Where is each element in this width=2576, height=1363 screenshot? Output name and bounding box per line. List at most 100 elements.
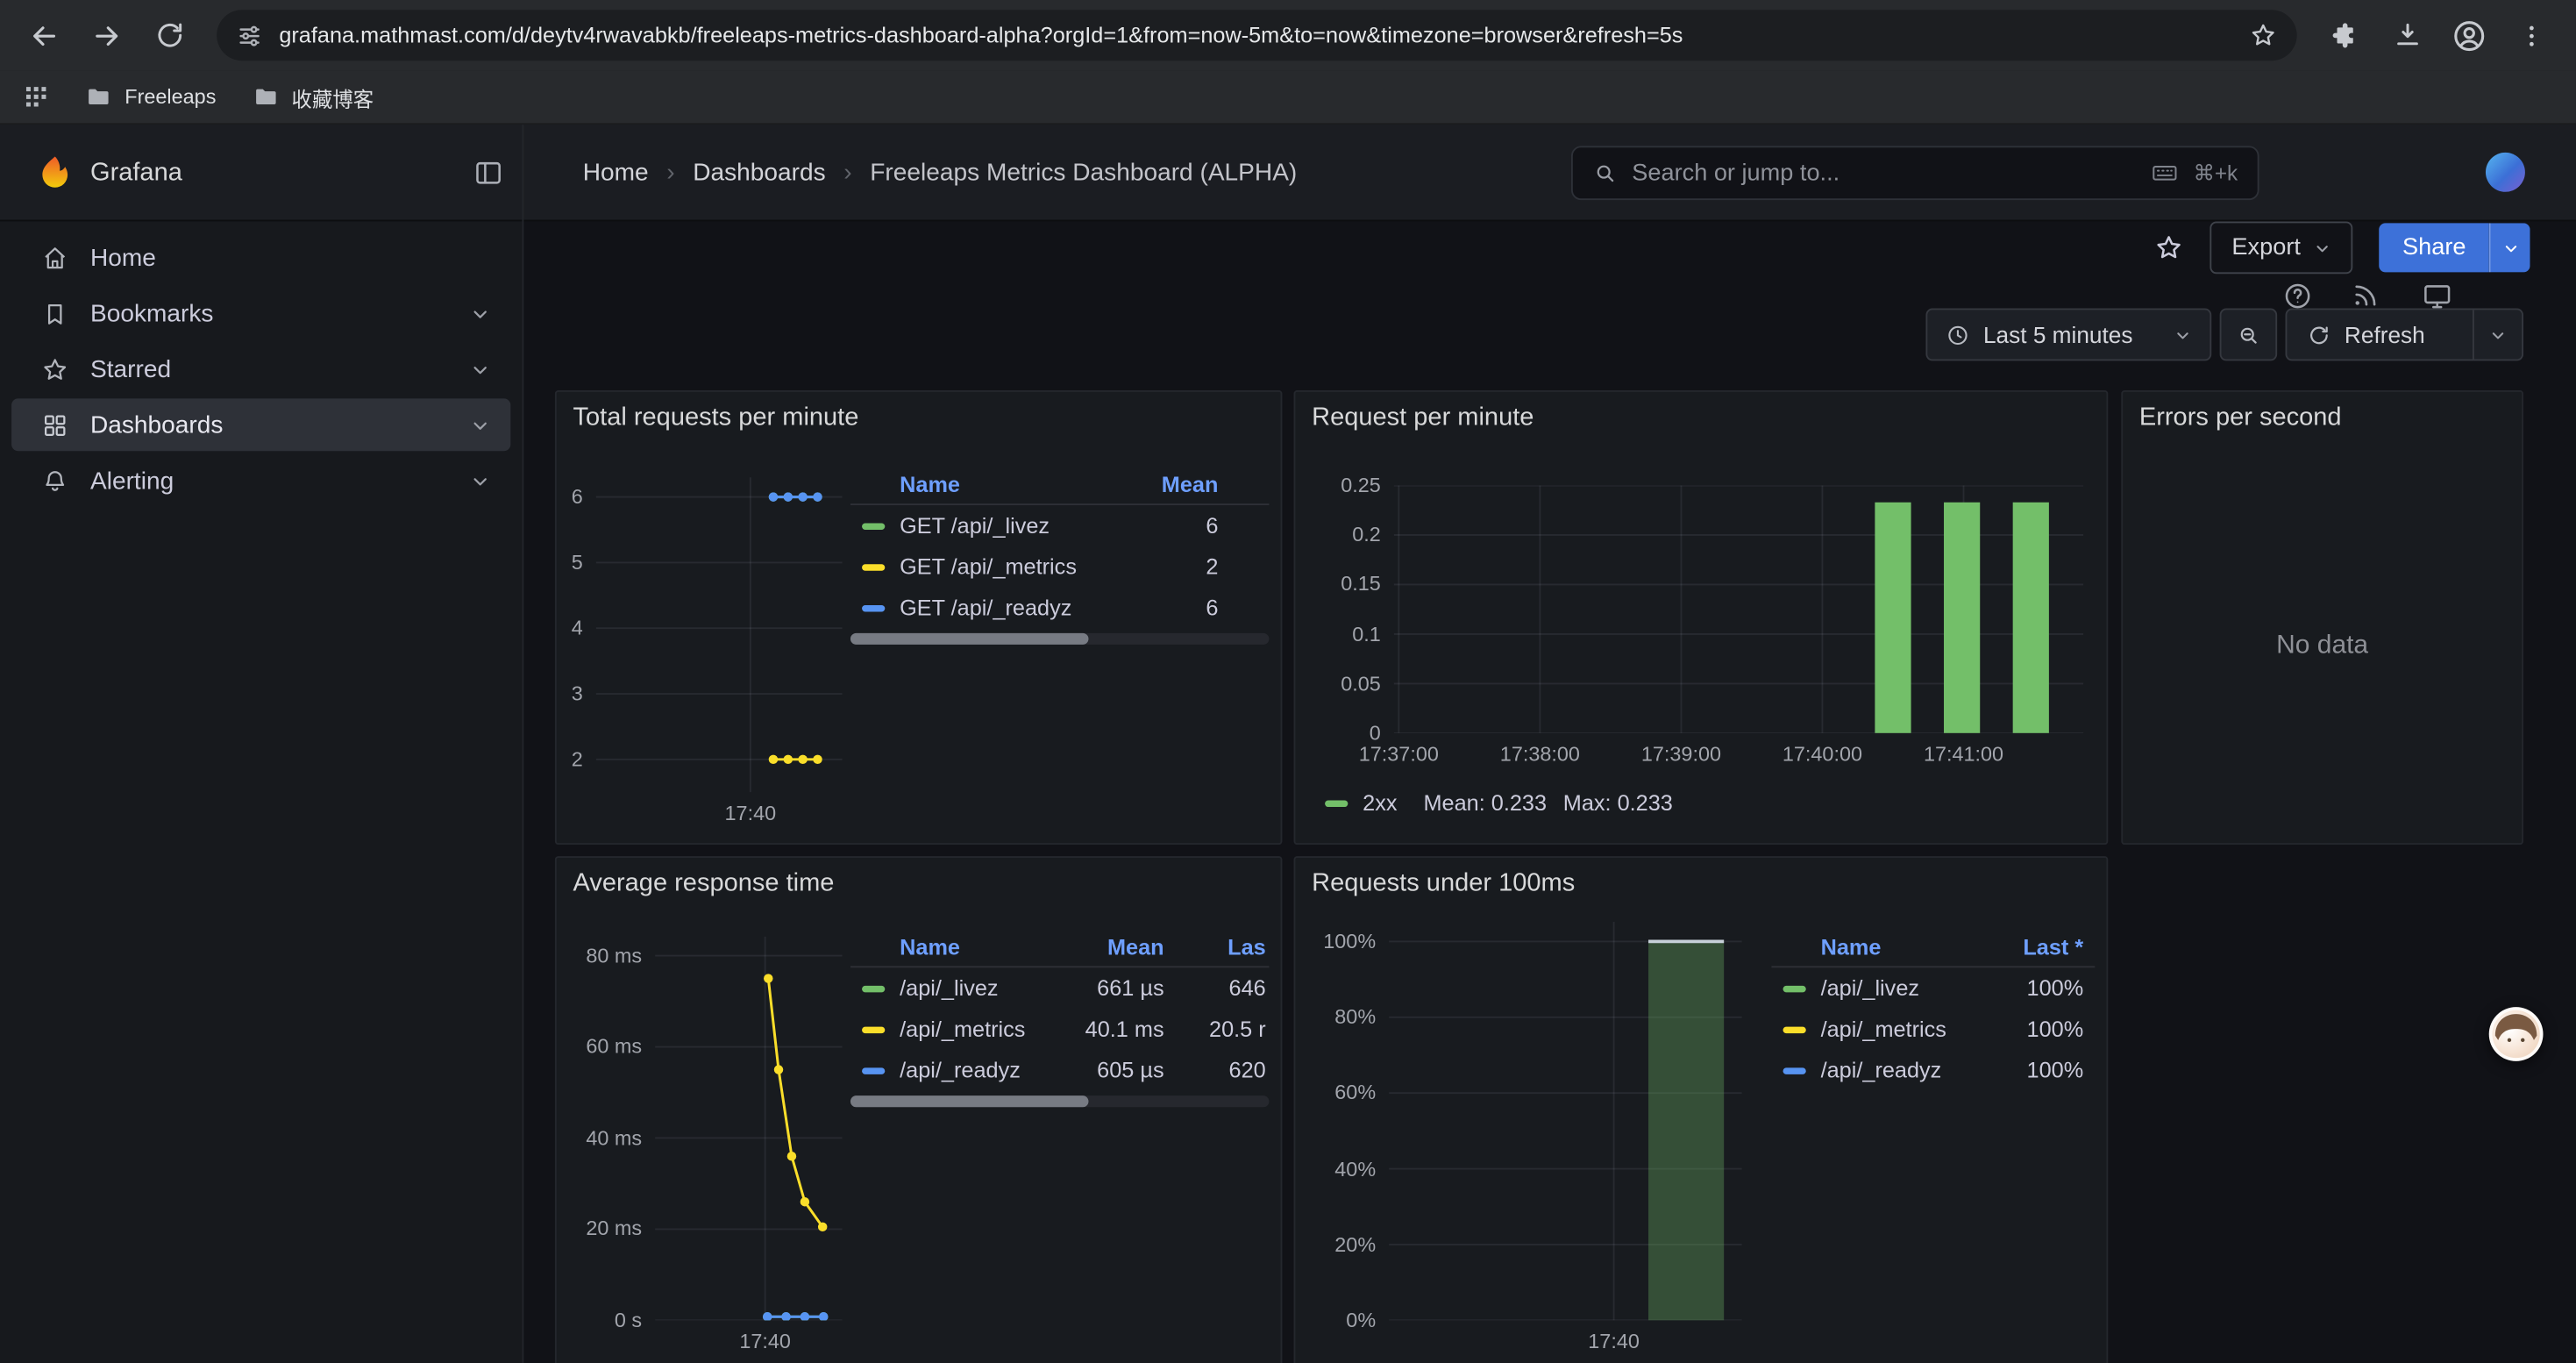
- average-response-time-chart[interactable]: [655, 937, 842, 1321]
- back-button[interactable]: [17, 7, 73, 63]
- panel-title[interactable]: Request per minute: [1312, 403, 1534, 433]
- grafana-brand[interactable]: Grafana: [90, 125, 182, 221]
- series-name[interactable]: /api/_livez: [1821, 976, 2002, 1001]
- request-per-minute-chart[interactable]: [1394, 486, 2083, 733]
- monitor-icon[interactable]: [2422, 281, 2453, 312]
- time-range-picker[interactable]: Last 5 minutes: [1925, 309, 2211, 361]
- panel-title[interactable]: Total requests per minute: [573, 403, 859, 433]
- help-icon[interactable]: [2282, 281, 2314, 312]
- search-input[interactable]: Search or jump to... ⌘+k: [1571, 146, 2259, 200]
- series-name[interactable]: /api/_readyz: [1821, 1058, 2002, 1082]
- panel-body: No data: [2123, 392, 2522, 843]
- y-axis-tick-label: 60%: [1334, 1081, 1376, 1104]
- refresh-interval-button[interactable]: [2474, 310, 2522, 359]
- legend-header-mean[interactable]: Mean: [1146, 473, 1218, 497]
- chevron-down-icon[interactable]: [470, 303, 491, 324]
- chevron-down-icon[interactable]: [470, 414, 491, 435]
- dots-vertical-icon: [2517, 20, 2547, 50]
- legend-scrollbar[interactable]: [850, 1095, 1269, 1107]
- favorite-star-icon[interactable]: [2154, 233, 2184, 263]
- breadcrumb-home[interactable]: Home: [583, 159, 649, 187]
- y-axis-tick-label: 0%: [1346, 1309, 1376, 1331]
- legend-header-name[interactable]: Name: [1821, 935, 2002, 960]
- legend-row[interactable]: GET /api/_metrics 2: [850, 546, 1269, 588]
- bookmark-page-star-icon[interactable]: [2249, 21, 2277, 49]
- legend-inline[interactable]: 2xx Mean: 0.233 Max: 0.233: [1325, 790, 1673, 815]
- sidebar-item-starred[interactable]: Starred: [11, 343, 510, 396]
- legend-header-last[interactable]: Last *: [2002, 935, 2084, 960]
- extensions-button[interactable]: [2316, 7, 2373, 63]
- chevron-down-icon[interactable]: [470, 359, 491, 380]
- share-menu-button[interactable]: [2489, 223, 2530, 272]
- series-name[interactable]: /api/_livez: [900, 976, 1062, 1001]
- breadcrumb-dashboards[interactable]: Dashboards: [693, 159, 825, 187]
- y-axis-tick-label: 0.2: [1352, 524, 1381, 546]
- browser-profile-button[interactable]: [2441, 7, 2497, 63]
- legend-row[interactable]: /api/_livez 661 µs 646: [850, 967, 1269, 1009]
- legend-row[interactable]: /api/_readyz 605 µs 620: [850, 1050, 1269, 1091]
- site-settings-icon[interactable]: [237, 22, 263, 48]
- y-axis-tick-label: 0.15: [1341, 573, 1381, 596]
- time-range-label: Last 5 minutes: [1983, 322, 2160, 348]
- apps-grid-icon[interactable]: [23, 83, 49, 110]
- legend-header-mean[interactable]: Mean: [1063, 935, 1164, 960]
- series-name[interactable]: GET /api/_metrics: [900, 554, 1146, 579]
- panel-total-requests: Total requests per minute Name Mean GET …: [555, 390, 1283, 845]
- panel-title[interactable]: Average response time: [573, 869, 835, 899]
- series-swatch: [862, 985, 885, 991]
- assistant-avatar[interactable]: [2489, 1007, 2544, 1061]
- series-name[interactable]: GET /api/_livez: [900, 513, 1146, 538]
- series-name[interactable]: 2xx: [1363, 790, 1397, 815]
- series-name[interactable]: /api/_metrics: [1821, 1017, 2002, 1041]
- requests-under-100ms-chart[interactable]: [1389, 922, 1742, 1320]
- bookmark-item-freeleaps[interactable]: Freeleaps: [85, 83, 216, 110]
- series-name[interactable]: /api/_readyz: [900, 1058, 1062, 1082]
- total-requests-chart[interactable]: [596, 477, 843, 792]
- forward-button[interactable]: [79, 7, 135, 63]
- reload-button[interactable]: [141, 7, 197, 63]
- sidebar-item-home[interactable]: Home: [11, 232, 510, 284]
- url-bar[interactable]: grafana.mathmast.com/d/deytv4rwavabkb/fr…: [217, 10, 2296, 61]
- bookmark-item-blogs[interactable]: 收藏博客: [253, 82, 374, 113]
- legend-header-name[interactable]: Name: [900, 935, 1062, 960]
- home-icon: [41, 244, 69, 272]
- x-axis-tick-label: 17:39:00: [1641, 743, 1721, 766]
- sidebar-divider: [522, 125, 523, 1363]
- series-name[interactable]: GET /api/_readyz: [900, 596, 1146, 620]
- legend-scrollbar-thumb[interactable]: [850, 1095, 1089, 1107]
- sidebar-item-bookmarks[interactable]: Bookmarks: [11, 287, 510, 339]
- legend-row[interactable]: /api/_livez 100%: [1771, 967, 2095, 1009]
- nav-sidebar: Home Bookmarks Starred Dashboards Alerti…: [0, 221, 522, 1363]
- sidebar-item-dashboards[interactable]: Dashboards: [11, 398, 510, 451]
- legend-row[interactable]: /api/_metrics 100%: [1771, 1009, 2095, 1050]
- breadcrumb-current-page[interactable]: Freeleaps Metrics Dashboard (ALPHA): [870, 159, 1297, 187]
- grafana-logo-icon[interactable]: [36, 153, 74, 194]
- legend-scrollbar[interactable]: [850, 633, 1269, 645]
- zoom-out-button[interactable]: [2220, 309, 2278, 361]
- legend-header-last[interactable]: Las: [1193, 935, 1265, 960]
- rss-icon[interactable]: [2351, 281, 2380, 310]
- legend-row[interactable]: GET /api/_livez 6: [850, 505, 1269, 546]
- legend-row[interactable]: /api/_readyz 100%: [1771, 1050, 2095, 1091]
- legend-scrollbar-thumb[interactable]: [850, 633, 1089, 645]
- chart-svg: [1389, 922, 1742, 1320]
- panel-title[interactable]: Errors per second: [2139, 403, 2342, 433]
- sidebar-toggle-icon[interactable]: [473, 158, 504, 189]
- sidebar-item-alerting[interactable]: Alerting: [11, 454, 510, 507]
- downloads-button[interactable]: [2379, 7, 2435, 63]
- legend-header-name[interactable]: Name: [900, 473, 1146, 497]
- user-avatar[interactable]: [2486, 153, 2525, 192]
- refresh-button[interactable]: Refresh: [2287, 310, 2473, 359]
- panel-title[interactable]: Requests under 100ms: [1312, 869, 1575, 899]
- legend-row[interactable]: GET /api/_readyz 6: [850, 587, 1269, 628]
- download-icon: [2391, 19, 2423, 51]
- browser-menu-button[interactable]: [2504, 7, 2560, 63]
- share-button[interactable]: Share: [2380, 223, 2489, 272]
- url-text[interactable]: grafana.mathmast.com/d/deytv4rwavabkb/fr…: [279, 23, 2232, 47]
- panel-errors-per-second: Errors per second No data: [2121, 390, 2523, 845]
- series-name[interactable]: /api/_metrics: [900, 1017, 1062, 1041]
- export-button[interactable]: Export: [2210, 221, 2353, 274]
- chevron-down-icon[interactable]: [470, 470, 491, 491]
- search-shortcut: ⌘+k: [2193, 160, 2238, 186]
- legend-row[interactable]: /api/_metrics 40.1 ms 20.5 r: [850, 1009, 1269, 1050]
